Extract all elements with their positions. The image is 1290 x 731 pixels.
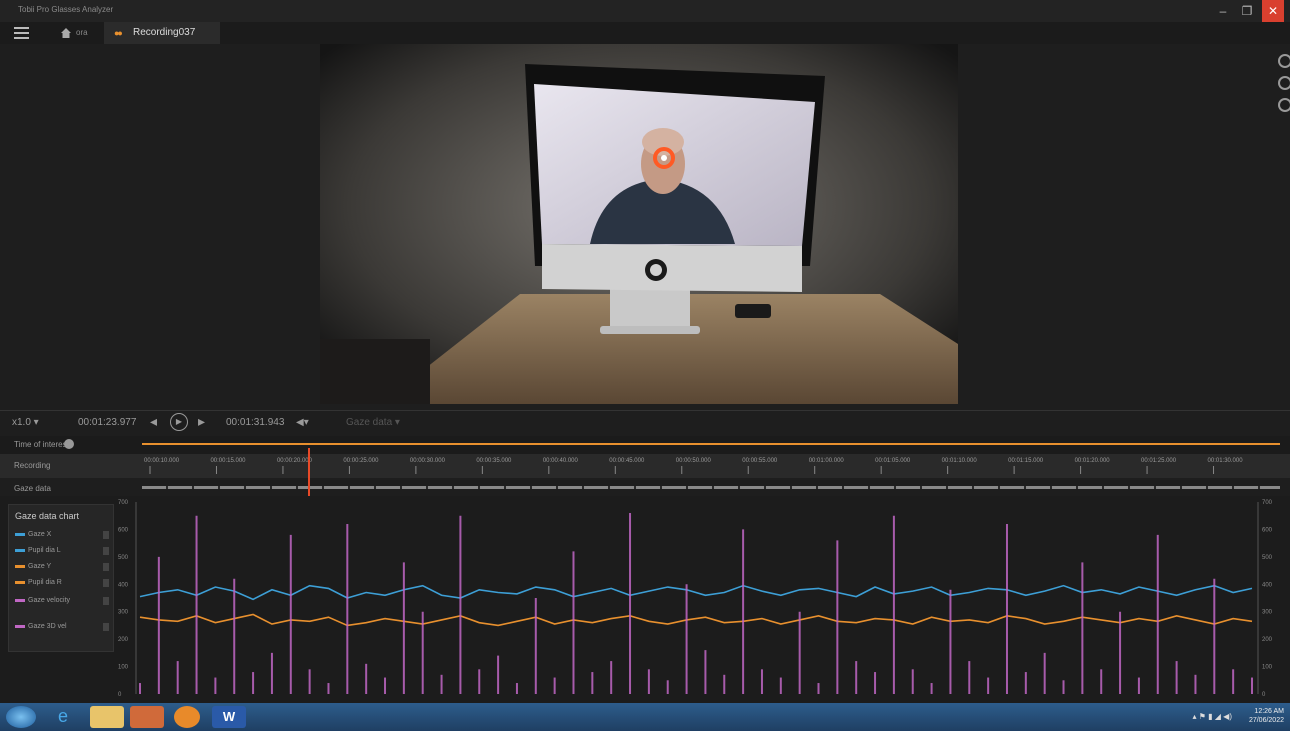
y-tick-label: 0 — [118, 692, 122, 698]
playhead[interactable] — [308, 448, 310, 496]
previous-button[interactable]: ◂ — [150, 413, 157, 430]
timeline-tick-label: 00:00:25.000 — [343, 458, 379, 464]
playback-controls: x1.0 ▾ 00:01:23.977 ◂ ▶ ▸ 00:01:31.943 ◀… — [0, 410, 1290, 437]
timeline-tick-label: 00:00:45.000 — [609, 458, 645, 464]
y-tick-label: 300 — [1262, 610, 1273, 616]
home-icon — [61, 28, 71, 38]
legend-item[interactable]: Gaze X — [15, 531, 109, 539]
next-button[interactable]: ▸ — [198, 413, 205, 430]
media-player-icon[interactable] — [130, 706, 164, 728]
chart-legend: Gaze data chart Gaze X Pupil dia L Gaze … — [8, 504, 114, 652]
y-tick-label: 100 — [118, 665, 129, 671]
scene-video[interactable] — [320, 44, 958, 404]
timeline-tick-label: 00:01:25.000 — [1141, 458, 1177, 464]
word-icon[interactable]: W — [212, 706, 246, 728]
y-tick-label: 100 — [1262, 665, 1273, 671]
legend-item[interactable]: Gaze 3D vel — [15, 623, 109, 631]
timeline-tick-label: 00:00:15.000 — [210, 458, 246, 464]
legend-item[interactable]: Pupil dia L — [15, 547, 109, 555]
start-button[interactable] — [6, 706, 36, 728]
legend-item[interactable]: Gaze Y — [15, 563, 109, 571]
tool-refresh-icon[interactable] — [1278, 98, 1290, 112]
tool-circle-icon[interactable] — [1278, 54, 1290, 68]
title-bar: Tobii Pro Glasses Analyzer ‒ ❐ ✕ — [0, 0, 1290, 22]
timeline-tick-label: 00:00:40.000 — [543, 458, 579, 464]
legend-title: Gaze data chart — [15, 511, 80, 521]
row-label-gaze-data: Gaze data — [14, 484, 51, 493]
tab-bar: ora ●● Recording037 — [0, 22, 1290, 44]
current-time: 00:01:23.977 — [78, 417, 137, 428]
play-button[interactable]: ▶ — [170, 413, 188, 431]
speed-select[interactable]: x1.0 ▾ — [12, 417, 39, 428]
y-tick-label: 500 — [118, 555, 129, 561]
timeline-tick-label: 00:00:30.000 — [410, 458, 446, 464]
series-line — [139, 584, 1253, 601]
tool-settings-icon[interactable] — [1278, 76, 1290, 90]
add-toi-icon[interactable] — [64, 439, 74, 449]
series-line — [139, 613, 1253, 627]
y-tick-label: 600 — [1262, 527, 1273, 533]
recording-tab-label: Recording037 — [133, 27, 196, 38]
y-tick-label: 600 — [118, 527, 129, 533]
home-tab-label: ora — [76, 28, 88, 37]
timeline-tick-label: 00:01:05.000 — [875, 458, 911, 464]
y-tick-label: 700 — [118, 500, 129, 506]
y-tick-label: 300 — [118, 610, 129, 616]
y-tick-label: 400 — [118, 582, 129, 588]
tab-home[interactable]: ora — [60, 22, 104, 44]
file-explorer-icon[interactable] — [90, 706, 124, 728]
system-tray-icons[interactable]: ▴ ⚑ ▮ ◢ ◀) — [1193, 712, 1232, 721]
events-dropdown[interactable]: Gaze data ▾ — [346, 417, 400, 428]
timeline-tick-label: 00:01:00.000 — [809, 458, 845, 464]
legend-item[interactable]: Gaze velocity — [15, 597, 109, 605]
gaze-data-chart: 0 0 100 100 200 200 300 300 400 400 500 500 600 600 70… — [0, 496, 1290, 703]
minimize-button[interactable]: ‒ — [1212, 0, 1234, 22]
row-label-recording: Recording — [14, 461, 51, 470]
timeline-tick-label: 00:00:10.000 — [144, 458, 180, 464]
y-tick-label: 700 — [1262, 500, 1273, 506]
timeline-tick-label: 00:01:20.000 — [1075, 458, 1111, 464]
scene-video-frame — [320, 44, 958, 404]
timeline-tick-label: 00:00:35.000 — [476, 458, 512, 464]
internet-explorer-icon[interactable]: e — [46, 706, 80, 728]
app-orange-icon[interactable] — [174, 706, 200, 728]
row-label-time-of-interest: Time of interest — [14, 440, 69, 449]
toi-bar[interactable] — [142, 443, 1280, 445]
volume-control[interactable]: ◀▾ — [296, 417, 309, 428]
timeline-tick-label: 00:01:10.000 — [942, 458, 978, 464]
y-tick-label: 0 — [1262, 692, 1266, 698]
window-title: Tobii Pro Glasses Analyzer — [18, 5, 114, 14]
system-clock[interactable]: 12:26 AM 27/06/2022 — [1249, 707, 1284, 725]
recording-icon: ●● — [114, 28, 123, 38]
timeline-ruler[interactable]: 00:00:10.000 00:00:15.000 00:00:20.000 00:0… — [140, 454, 1280, 476]
tab-recording[interactable]: ●● Recording037 — [104, 22, 220, 44]
timeline-tick-label: 00:01:15.000 — [1008, 458, 1044, 464]
hamburger-menu-icon[interactable] — [14, 27, 29, 39]
side-tools — [1278, 54, 1290, 120]
timeline: Time of interest Recording 00:00:10.000 0… — [0, 436, 1290, 496]
y-tick-label: 500 — [1262, 555, 1273, 561]
end-time: 00:01:31.943 — [226, 417, 285, 428]
timeline-tick-label: 00:01:30.000 — [1208, 458, 1244, 464]
y-tick-label: 200 — [118, 637, 129, 643]
chart-area: 0 0 100 100 200 200 300 300 400 400 500 500 600 600 70… — [118, 500, 1273, 698]
restore-button[interactable]: ❐ — [1236, 0, 1258, 22]
y-tick-label: 200 — [1262, 637, 1273, 643]
y-tick-label: 400 — [1262, 582, 1273, 588]
windows-taskbar: e W ▴ ⚑ ▮ ◢ ◀) 12:26 AM 27/06/2022 — [0, 703, 1290, 731]
timeline-tick-label: 00:00:55.000 — [742, 458, 778, 464]
timeline-tick-label: 00:00:50.000 — [676, 458, 712, 464]
close-button[interactable]: ✕ — [1262, 0, 1284, 22]
gaze-data-track — [142, 486, 1280, 489]
legend-item[interactable]: Pupil dia R — [15, 579, 109, 587]
